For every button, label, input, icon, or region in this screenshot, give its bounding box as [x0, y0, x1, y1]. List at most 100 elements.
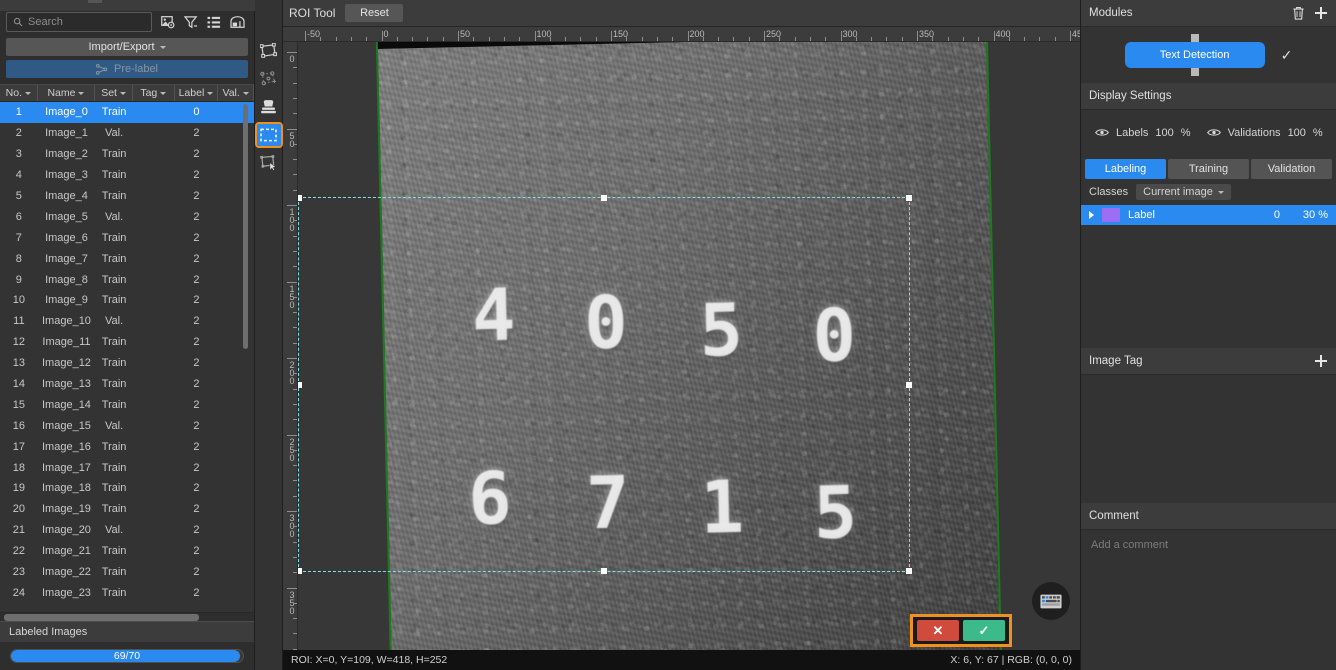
trash-icon[interactable] — [1292, 6, 1305, 20]
display-setting-validations-value[interactable]: 100 — [1288, 127, 1306, 139]
table-row[interactable]: 15 Image_14 Train 2 — [0, 394, 254, 415]
comment-body[interactable]: Add a comment — [1081, 529, 1336, 670]
column-header-set[interactable]: Set — [95, 85, 133, 101]
table-row[interactable]: 10 Image_9 Train 2 — [0, 290, 254, 311]
eye-icon[interactable] — [1095, 128, 1109, 137]
cell-label: 2 — [193, 190, 200, 202]
cell-set: Train — [101, 252, 127, 265]
table-row[interactable]: 13 Image_12 Train 2 — [0, 353, 254, 374]
reject-icon: ✕ — [932, 622, 944, 638]
table-row[interactable]: 18 Image_17 Train 2 — [0, 457, 254, 478]
ruler-minor-tick — [293, 480, 297, 482]
table-row[interactable]: 17 Image_16 Train 2 — [0, 436, 254, 457]
cell-label: 2 — [193, 566, 200, 579]
table-row[interactable]: 8 Image_7 Train 2 — [0, 248, 254, 269]
cell-set: Train — [101, 148, 127, 161]
roi-tool-title: ROI Tool — [289, 6, 336, 20]
pre-label-button[interactable]: Pre-label — [6, 60, 248, 78]
table-row[interactable]: 16 Image_15 Val. 2 — [0, 415, 254, 436]
table-horizontal-scrollbar-track[interactable] — [0, 612, 254, 621]
panel-layout-icon[interactable] — [230, 15, 245, 29]
marquee-select-icon[interactable] — [254, 122, 283, 148]
table-row[interactable]: 7 Image_6 Train 2 — [0, 227, 254, 248]
accept-button[interactable]: ✓ — [963, 620, 1005, 641]
cell-no: 18 — [12, 461, 25, 474]
reject-button[interactable]: ✕ — [917, 620, 959, 641]
column-header-name[interactable]: Name — [38, 85, 96, 101]
module-node-text-detection[interactable]: Text Detection — [1124, 34, 1265, 76]
image-viewport[interactable]: 4 0 5 0 6 7 1 5 ✕ ✓ — [298, 42, 1080, 650]
table-row[interactable]: 20 Image_19 Train 2 — [0, 499, 254, 520]
table-row[interactable]: 14 Image_13 Train 2 — [0, 374, 254, 395]
class-scope-dropdown[interactable]: Current image — [1136, 184, 1231, 200]
table-row[interactable]: 12 Image_11 Train 2 — [0, 332, 254, 353]
plus-icon[interactable] — [1314, 6, 1328, 20]
filter-icon[interactable] — [184, 15, 198, 29]
cell-set: Train — [101, 273, 127, 286]
transform-region-icon[interactable] — [257, 40, 281, 62]
cell-set: Train — [101, 294, 127, 307]
ruler-minor-tick — [549, 37, 551, 41]
display-setting-labels-value[interactable]: 100 — [1155, 127, 1173, 139]
table-row[interactable]: 3 Image_2 Train 2 — [0, 144, 254, 165]
canvas-area: ROI Tool Reset -50 0 50 100 150 200 250 300 350 4… — [283, 0, 1080, 670]
tab-validation[interactable]: Validation — [1251, 159, 1332, 179]
polygon-points-icon[interactable] — [257, 68, 281, 90]
table-row[interactable]: 1 Image_0 Train 0 — [0, 102, 254, 123]
table-row[interactable]: 21 Image_20 Val. 2 — [0, 520, 254, 541]
roi-handle-top-left[interactable] — [298, 195, 302, 201]
table-row[interactable]: 24 Image_23 Train 2 — [0, 582, 254, 603]
ruler-minor-tick — [320, 37, 322, 41]
roi-reset-button[interactable]: Reset — [345, 4, 404, 22]
column-header-no[interactable]: No. — [0, 85, 38, 101]
table-row[interactable]: 6 Image_5 Val. 2 — [0, 206, 254, 227]
column-header-tag[interactable]: Tag — [133, 85, 175, 101]
keyboard-icon[interactable] — [1032, 582, 1070, 620]
image-settings-icon[interactable] — [161, 15, 175, 29]
list-view-icon[interactable] — [207, 16, 221, 29]
table-row[interactable]: 19 Image_18 Train 2 — [0, 478, 254, 499]
module-port-top[interactable] — [1190, 34, 1199, 42]
ruler-minor-tick — [1024, 37, 1026, 41]
display-setting-labels[interactable]: Labels 100 % — [1095, 127, 1191, 139]
ruler-minor-tick — [748, 37, 750, 41]
cell-no: 22 — [12, 545, 25, 558]
region-pointer-icon[interactable] — [257, 152, 281, 174]
eye-icon[interactable] — [1206, 128, 1221, 137]
import-export-button[interactable]: Import/Export — [6, 38, 248, 56]
module-enabled-check-icon[interactable]: ✓ — [1281, 47, 1293, 64]
class-color-swatch[interactable] — [1102, 208, 1120, 222]
search-input[interactable]: Search — [6, 12, 152, 32]
module-port-bottom[interactable] — [1190, 68, 1199, 76]
table-row[interactable]: 2 Image_1 Val. 2 — [0, 123, 254, 144]
tab-training[interactable]: Training — [1168, 159, 1249, 179]
table-row[interactable]: 23 Image_22 Train 2 — [0, 562, 254, 583]
column-header-label[interactable]: Label — [175, 85, 219, 101]
roi-handle-middle-left[interactable] — [298, 381, 302, 388]
ruler-minor-tick — [779, 37, 781, 41]
table-row[interactable]: 9 Image_8 Train 2 — [0, 269, 254, 290]
expand-triangle-icon[interactable] — [1089, 211, 1094, 219]
cell-label: 2 — [193, 419, 200, 432]
roi-handle-bottom-left[interactable] — [298, 568, 302, 574]
display-setting-validations[interactable]: Validations 100 % — [1206, 127, 1323, 139]
table-vertical-scrollbar[interactable] — [243, 104, 248, 349]
table-row[interactable]: 5 Image_4 Train 2 — [0, 186, 254, 207]
cell-set: Train — [101, 190, 127, 202]
tab-labeling[interactable]: Labeling — [1085, 159, 1166, 179]
table-row[interactable]: 11 Image_10 Val. 2 — [0, 311, 254, 332]
plus-icon[interactable] — [1314, 354, 1328, 368]
table-row[interactable]: 4 Image_3 Train 2 — [0, 165, 254, 186]
table-row[interactable]: 22 Image_21 Train 2 — [0, 541, 254, 562]
cell-label: 2 — [193, 545, 200, 558]
column-header-val[interactable]: Val. — [218, 85, 254, 101]
cell-name: Image_5 — [45, 210, 88, 223]
digit-glyph: 5 — [812, 470, 858, 556]
class-list-item-label[interactable]: Label 0 30 % — [1081, 205, 1336, 225]
image-tag-body[interactable] — [1081, 374, 1336, 503]
modules-canvas[interactable]: Text Detection ✓ — [1081, 27, 1336, 83]
image-table-body[interactable]: 1 Image_0 Train 0 2 Image_1 Val. 2 3 Image_2 Train… — [0, 102, 254, 612]
table-horizontal-scrollbar[interactable] — [4, 614, 199, 621]
stamp-icon[interactable] — [257, 96, 281, 118]
cell-set: Val. — [105, 210, 124, 223]
